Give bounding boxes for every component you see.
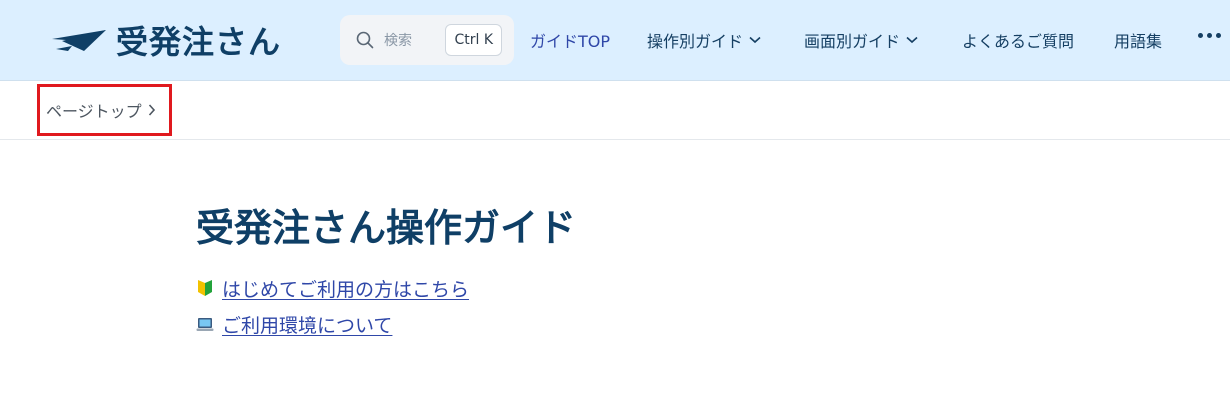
nav-guide-top-label: ガイドTOP xyxy=(530,32,611,51)
nav-faq[interactable]: よくあるご質問 xyxy=(962,0,1074,80)
more-menu-icon[interactable] xyxy=(1198,33,1221,38)
nav-guide-top[interactable]: ガイドTOP xyxy=(530,0,610,80)
nav-faq-label: よくあるご質問 xyxy=(962,32,1075,51)
beginner-guide-link[interactable]: はじめてご利用の方はこちら xyxy=(222,275,469,302)
nav-operation-guide[interactable]: 操作別ガイド xyxy=(647,0,761,80)
chevron-down-icon xyxy=(749,36,761,44)
chevron-down-icon xyxy=(906,36,918,44)
breadcrumb-label: ページトップ xyxy=(46,102,142,121)
nav-operation-guide-label: 操作別ガイド xyxy=(647,32,744,51)
search-icon xyxy=(356,31,374,49)
search-box[interactable]: 検索 Ctrl K xyxy=(340,15,514,65)
search-shortcut-badge: Ctrl K xyxy=(445,24,502,56)
link-list: はじめてご利用の方はこちら ご利用環境について xyxy=(196,270,576,342)
laptop-icon xyxy=(196,315,214,333)
beginner-mark-icon xyxy=(196,279,214,297)
nav-screen-guide-label: 画面別ガイド xyxy=(804,32,901,51)
paper-plane-logo-icon xyxy=(52,30,106,51)
nav-glossary[interactable]: 用語集 xyxy=(1114,0,1162,80)
nav-glossary-label: 用語集 xyxy=(1114,32,1163,51)
site-header: 受発注さん 検索 Ctrl K ガイドTOP 操作別ガイド 画面別ガイド よくあ… xyxy=(0,0,1230,81)
search-placeholder: 検索 xyxy=(384,33,412,49)
page-title: 受発注さん操作ガイド xyxy=(196,206,577,250)
site-logo[interactable]: 受発注さん xyxy=(50,20,282,61)
chevron-right-icon xyxy=(148,104,156,116)
breadcrumb: ページトップ xyxy=(0,81,1230,140)
logo-text: 受発注さん xyxy=(116,23,282,61)
nav-screen-guide[interactable]: 画面別ガイド xyxy=(804,0,918,80)
list-item: ご利用環境について xyxy=(196,306,576,342)
environment-link[interactable]: ご利用環境について xyxy=(222,311,392,338)
breadcrumb-page-top[interactable]: ページトップ xyxy=(37,84,172,136)
list-item: はじめてご利用の方はこちら xyxy=(196,270,576,306)
main-content: 受発注さん操作ガイド はじめてご利用の方はこちら ご利用環境について xyxy=(196,200,576,342)
